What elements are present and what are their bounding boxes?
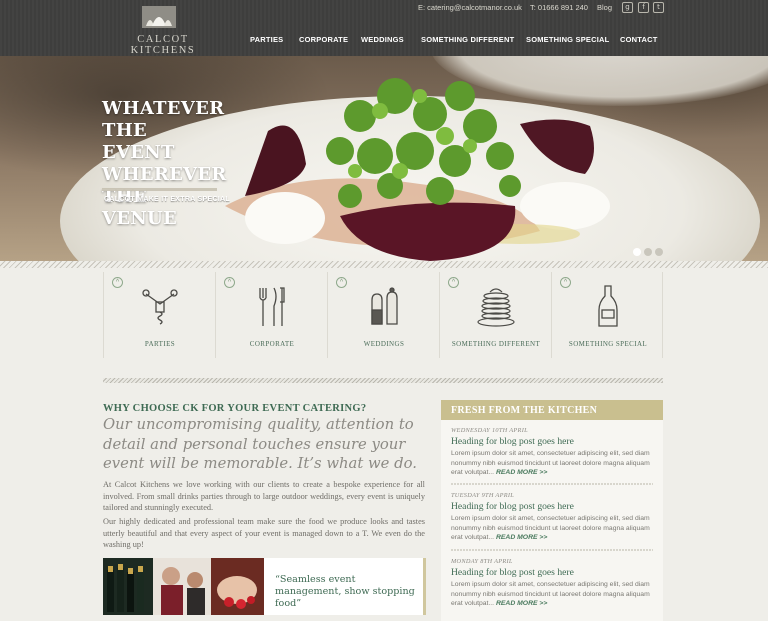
nav-corporate[interactable]: CORPORATE (299, 35, 348, 44)
chevron-up-icon: ^ (448, 277, 459, 288)
testimonial-quote: “Seamless event management, show stoppin… (275, 574, 415, 609)
blog-sidebar: FRESH FROM THE KITCHEN WEDNESDAY 10TH AP… (441, 400, 663, 621)
site-header: CALCOT KITCHENS E: catering@calcotmanor.… (0, 0, 768, 56)
post-excerpt: Lorem ipsum dolor sit amet, consectetuer… (451, 449, 655, 478)
post-excerpt-text: Lorem ipsum dolor sit amet, consectetuer… (451, 515, 650, 542)
logo-text[interactable]: CALCOT KITCHENS (103, 34, 223, 56)
section-divider (103, 378, 663, 383)
read-more-link[interactable]: READ MORE >> (496, 534, 547, 541)
body-paragraph: At Calcot Kitchens we love working with … (103, 480, 425, 512)
hero-title-line: THE EVENT (102, 120, 175, 163)
post-separator (451, 549, 653, 551)
category-something-special[interactable]: ^ SOMETHING SPECIAL (551, 272, 663, 358)
hero-title-line: THE VENUE (102, 186, 178, 229)
category-label: SOMETHING SPECIAL (568, 340, 648, 348)
post-title-link[interactable]: Heading for blog post goes here (451, 436, 655, 447)
chevron-up-icon: ^ (336, 277, 347, 288)
nav-parties[interactable]: PARTIES (250, 35, 283, 44)
category-corporate[interactable]: ^ CORPORATE (215, 272, 327, 358)
sidebar-title: FRESH FROM THE KITCHEN (451, 405, 598, 416)
cutlery-icon (259, 287, 285, 326)
post-date: MONDAY 8TH APRIL (451, 558, 513, 565)
hero-bottom-edge (0, 261, 768, 268)
nav-contact[interactable]: CONTACT (620, 35, 658, 44)
testimonial-box: “Seamless event management, show stoppin… (103, 558, 426, 615)
event-photos-image (103, 558, 264, 615)
blog-link[interactable]: Blog (597, 3, 612, 12)
blog-post: TUESDAY 9TH APRIL Heading for blog post … (451, 492, 655, 543)
body-paragraph: Our highly dedicated and professional te… (103, 517, 425, 549)
slider-dot-active[interactable] (633, 248, 641, 256)
twitter-icon[interactable]: t (653, 2, 664, 13)
nav-weddings[interactable]: WEDDINGS (361, 35, 404, 44)
chevron-up-icon: ^ (224, 277, 235, 288)
hero-title: WHATEVER THE EVENT WHEREVER THE VENUE (102, 98, 227, 230)
nav-something-different[interactable]: SOMETHING DIFFERENT (421, 35, 514, 44)
category-label: PARTIES (144, 340, 176, 348)
sidebar-header: FRESH FROM THE KITCHEN (441, 400, 663, 420)
hero-subtitle: CALCOT MAKE IT EXTRA SPECIAL (104, 196, 230, 203)
corkscrew-icon (142, 289, 178, 325)
read-more-link[interactable]: READ MORE >> (496, 469, 547, 476)
post-excerpt-text: Lorem ipsum dolor sit amet, consectetuer… (451, 581, 650, 608)
post-separator (451, 483, 653, 485)
blog-post: WEDNESDAY 10TH APRIL Heading for blog po… (451, 427, 655, 478)
hero-slider[interactable]: WHATEVER THE EVENT WHEREVER THE VENUE CA… (0, 56, 768, 265)
post-excerpt-text: Lorem ipsum dolor sit amet, consectetuer… (451, 450, 650, 477)
post-title-link[interactable]: Heading for blog post goes here (451, 501, 655, 512)
email-link[interactable]: E: catering@calcotmanor.co.uk (418, 3, 522, 12)
post-title-link[interactable]: Heading for blog post goes here (451, 567, 655, 578)
pancake-stack-icon (477, 288, 515, 327)
post-date: WEDNESDAY 10TH APRIL (451, 427, 528, 434)
chevron-up-icon: ^ (112, 277, 123, 288)
hero-title-line: WHATEVER (102, 98, 225, 119)
post-excerpt: Lorem ipsum dolor sit amet, consectetuer… (451, 580, 655, 609)
read-more-link[interactable]: READ MORE >> (496, 600, 547, 607)
post-date: TUESDAY 9TH APRIL (451, 492, 515, 499)
phone-number: T: 01666 891 240 (530, 3, 588, 12)
category-label: CORPORATE (249, 340, 295, 348)
nav-something-special[interactable]: SOMETHING SPECIAL (526, 35, 609, 44)
chevron-up-icon: ^ (560, 277, 571, 288)
bottle-icon (598, 285, 618, 327)
slider-dot[interactable] (655, 248, 663, 256)
category-something-different[interactable]: ^ SOMETHING DIFFERENT (439, 272, 551, 358)
category-grid: ^ PARTIES ^ CORPORATE ^ WEDDINGS ^ SOMET… (103, 272, 665, 358)
category-label: WEDDINGS (363, 340, 405, 348)
category-label: SOMETHING DIFFERENT (451, 340, 541, 348)
hero-title-line: WHEREVER (102, 164, 227, 185)
category-weddings[interactable]: ^ WEDDINGS (327, 272, 439, 358)
blog-post: MONDAY 8TH APRIL Heading for blog post g… (451, 558, 655, 609)
facebook-icon[interactable]: f (638, 2, 649, 13)
section-heading: WHY CHOOSE CK FOR YOUR EVENT CATERING? (103, 403, 367, 414)
google-plus-icon[interactable]: g (622, 2, 633, 13)
post-excerpt: Lorem ipsum dolor sit amet, consectetuer… (451, 514, 655, 543)
salt-pepper-icon (371, 287, 398, 325)
hero-divider (102, 188, 217, 191)
lead-text: Our uncompromising quality, attention to… (103, 416, 417, 473)
category-parties[interactable]: ^ PARTIES (103, 272, 215, 358)
slider-dot[interactable] (644, 248, 652, 256)
